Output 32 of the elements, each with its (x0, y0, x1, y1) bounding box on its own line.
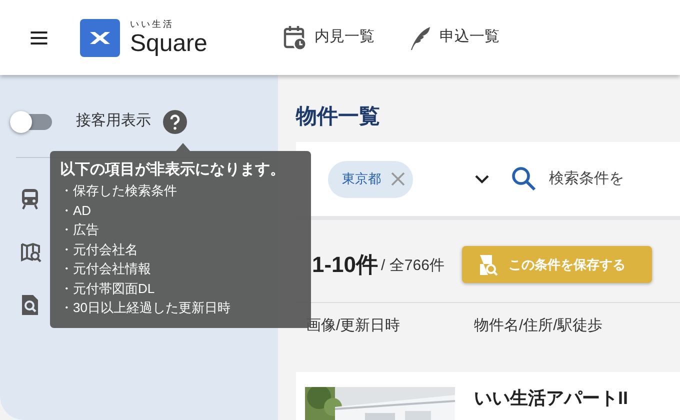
result-range: 1-10件 (312, 251, 378, 279)
search-icon (511, 166, 537, 192)
listing-title[interactable]: いい生活アパートII (474, 387, 628, 420)
logo-tagline: いい生活 (130, 20, 175, 28)
logo-icon (80, 18, 120, 56)
bookmark-search-icon (478, 254, 498, 276)
nav-link[interactable]: 内見一覧 (314, 26, 374, 49)
tooltip-item: ・元付会社情報 (60, 260, 152, 278)
tooltip-item: ・30日以上経過した更新日時 (60, 299, 232, 317)
page-title: 物件一覧 (296, 104, 381, 130)
tooltip-title: 以下の項目が非表示になります。 (60, 160, 286, 180)
logo-name: Square (130, 32, 208, 56)
tooltip-item: ・AD (60, 202, 92, 220)
tooltip-item: ・元付会社名 (60, 240, 139, 258)
help-icon[interactable] (163, 110, 187, 134)
train-icon[interactable] (20, 188, 40, 210)
result-total: / 全766件 (381, 256, 444, 276)
chevron-down-icon[interactable] (475, 174, 489, 184)
tooltip-item: ・広告 (60, 221, 100, 239)
feather-icon[interactable] (408, 24, 432, 50)
nav-link[interactable]: 申込一覧 (439, 26, 500, 49)
toggle-label: 接客用表示 (76, 111, 151, 132)
column-header: 物件名/住所/駅徒歩 (474, 316, 602, 336)
filter-chip[interactable]: 東京都 (328, 160, 413, 198)
search-field[interactable]: 検索条件を (549, 168, 680, 190)
tooltip-item: ・元付帯図面DL (60, 280, 156, 298)
map-search-icon[interactable] (20, 240, 42, 262)
column-header: 画像/更新日時 (306, 316, 402, 336)
toggle-switch[interactable] (10, 114, 52, 130)
document-search-icon[interactable] (20, 294, 40, 316)
tooltip-item: ・保存した検索条件 (60, 182, 178, 200)
calendar-clock-icon[interactable] (283, 24, 308, 50)
